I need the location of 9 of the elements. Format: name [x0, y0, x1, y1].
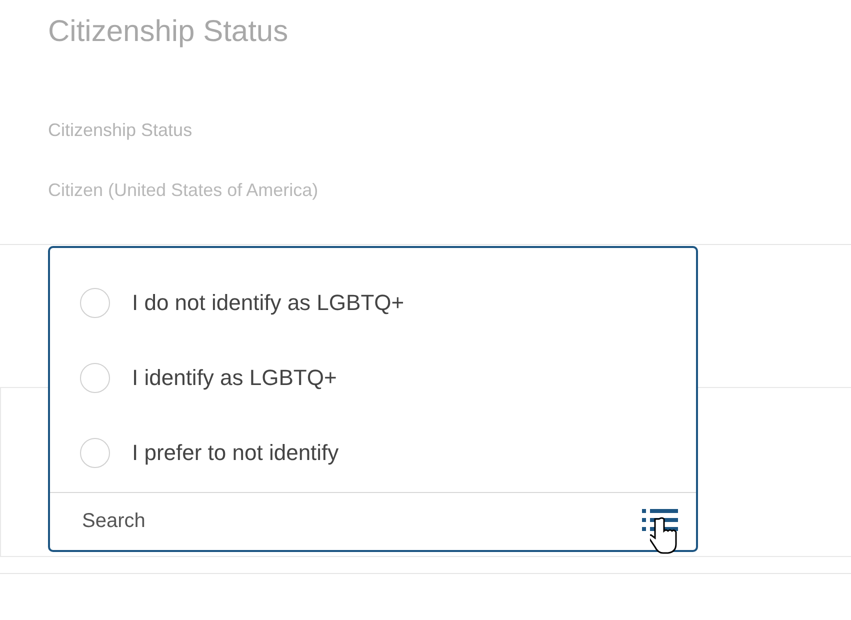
section-title: Citizenship Status [48, 14, 290, 50]
field-value: Citizen (United States of America) [48, 179, 320, 202]
option-label[interactable]: I identify as LGBTQ+ [132, 364, 337, 390]
radio-button[interactable] [80, 288, 110, 318]
option-label[interactable]: I do not identify as LGBTQ+ [132, 290, 404, 316]
radio-button[interactable] [80, 438, 110, 468]
field-label: Citizenship Status [48, 119, 194, 142]
radio-button[interactable] [80, 362, 110, 392]
option-label[interactable]: I prefer to not identify [132, 440, 339, 466]
